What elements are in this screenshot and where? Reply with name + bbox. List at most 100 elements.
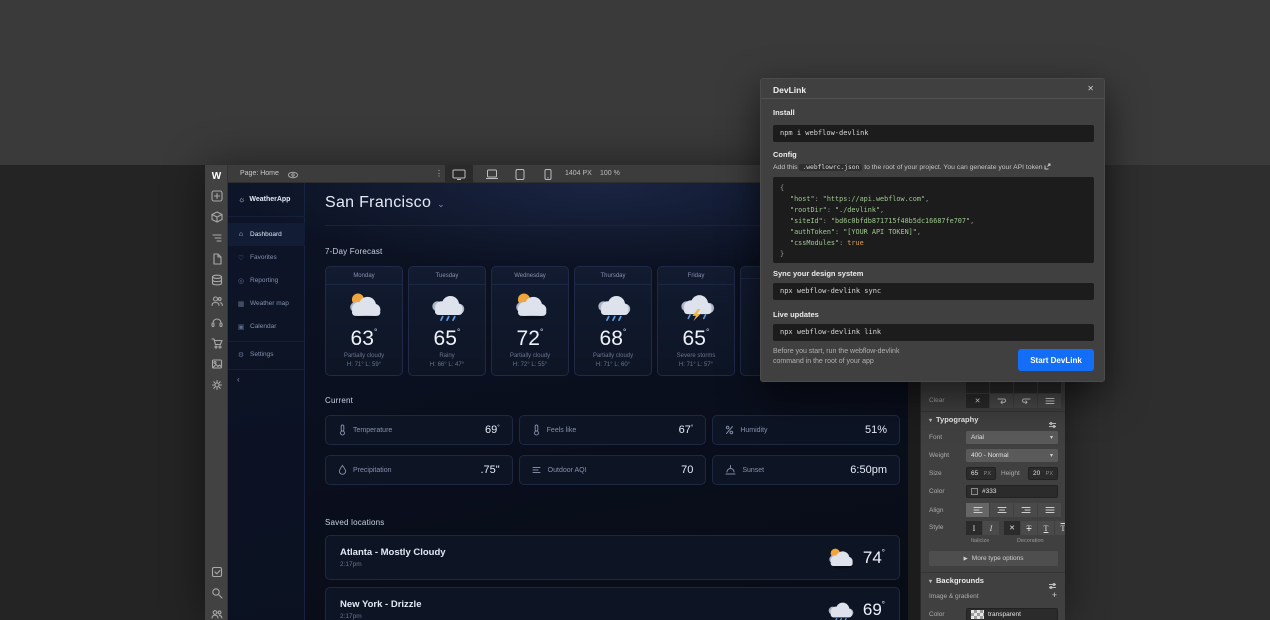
decoration-none-button[interactable]: ✕ xyxy=(1004,521,1020,535)
audit-icon[interactable] xyxy=(205,563,228,581)
devlink-modal: DevLink ✕ Install npm i webflow-devlink … xyxy=(760,78,1105,382)
more-menu-icon[interactable]: ⋮ xyxy=(435,169,443,178)
metric-value: 70 xyxy=(681,464,693,476)
current-card-sunset[interactable]: Sunset 6:50pm xyxy=(712,455,900,485)
sidebar-item-dashboard[interactable]: ⌂ Dashboard xyxy=(228,223,305,246)
overline-button[interactable]: T xyxy=(1055,521,1065,535)
typography-section-header[interactable]: ▾Typography xyxy=(929,415,978,424)
wrap-icon-button[interactable] xyxy=(990,394,1013,408)
sidebar-item-favorites[interactable]: ♡ Favorites xyxy=(228,246,305,269)
target-icon: ◎ xyxy=(237,277,245,285)
ecommerce-icon[interactable] xyxy=(205,334,228,352)
chevron-down-icon: ▾ xyxy=(1050,452,1053,459)
breakpoint-tablet-button[interactable] xyxy=(506,165,534,183)
temp-value: 72 xyxy=(517,327,540,350)
apps-icon[interactable] xyxy=(205,313,228,331)
forecast-card[interactable]: Thursday 68° Partially cloudy H: 71° L: … xyxy=(574,266,652,376)
strikethrough-button[interactable]: T xyxy=(1021,521,1037,535)
font-color-input[interactable]: #333 xyxy=(966,485,1058,498)
current-card-humidity[interactable]: Humidity 51% xyxy=(712,415,900,445)
temp-value: 65 xyxy=(434,327,457,350)
install-command[interactable]: npm i webflow-devlink xyxy=(773,125,1094,142)
breakpoint-phone-button[interactable] xyxy=(534,165,562,183)
sidebar-item-reporting[interactable]: ◎ Reporting xyxy=(228,269,305,292)
wrap-reverse-icon-button[interactable] xyxy=(1014,394,1037,408)
day-label: Thursday xyxy=(575,267,651,285)
pages-icon[interactable] xyxy=(205,250,228,268)
image-gradient-label: Image & gradient xyxy=(929,593,979,600)
style-label: Style xyxy=(929,524,943,531)
close-icon[interactable]: ✕ xyxy=(1087,84,1094,93)
divider xyxy=(228,216,305,217)
more-type-options-button[interactable]: ▶ More type options xyxy=(929,551,1058,566)
location-time: 2:17pm xyxy=(340,561,446,568)
italic-off-button[interactable]: I xyxy=(966,521,982,535)
height-label: Height xyxy=(1001,470,1020,477)
chevron-down-icon[interactable]: ⌄ xyxy=(437,199,445,209)
collaborators-icon[interactable] xyxy=(205,605,228,620)
current-card-outdoor-aqi[interactable]: Outdoor AQI 70 xyxy=(519,455,707,485)
add-elements-icon[interactable] xyxy=(205,187,228,205)
settings-icon[interactable] xyxy=(205,376,228,394)
metric-value: .75" xyxy=(480,464,499,476)
current-card-feels-like[interactable]: Feels like 67° xyxy=(519,415,707,445)
align-right-button[interactable] xyxy=(1014,503,1037,517)
forecast-card[interactable]: Monday 63° Partially cloudy H: 71° L: 59… xyxy=(325,266,403,376)
list-icon-button[interactable] xyxy=(1038,394,1061,408)
line-height-input[interactable]: 20PX xyxy=(1028,467,1058,480)
start-devlink-button[interactable]: Start DevLink xyxy=(1018,349,1094,371)
thermometer-icon xyxy=(532,424,541,436)
italic-on-button[interactable]: I xyxy=(983,521,999,535)
config-json-block[interactable]: { "host": "https://api.webflow.com", "ro… xyxy=(773,177,1094,263)
external-link-icon[interactable] xyxy=(1044,164,1051,171)
live-command[interactable]: npx webflow-devlink link xyxy=(773,324,1094,341)
backgrounds-section-header[interactable]: ▾Backgrounds xyxy=(929,576,984,585)
align-button-row xyxy=(966,503,1061,517)
clear-x-button[interactable]: ✕ xyxy=(966,394,989,408)
users-icon[interactable] xyxy=(205,292,228,310)
breakpoint-desktop-button[interactable] xyxy=(445,165,473,183)
current-card-precipitation[interactable]: Precipitation .75" xyxy=(325,455,513,485)
saved-location-row[interactable]: New York - Drizzle 2:17pm 69° xyxy=(325,587,900,620)
page-selector[interactable]: Page: Home xyxy=(240,170,279,177)
aqi-icon xyxy=(532,464,542,476)
add-background-button[interactable]: + xyxy=(1052,590,1057,600)
components-icon[interactable] xyxy=(205,208,228,226)
breakpoint-laptop-button[interactable] xyxy=(478,165,506,183)
search-icon[interactable] xyxy=(205,584,228,602)
divider xyxy=(921,411,1065,412)
sidebar-item-settings[interactable]: ⚙ Settings xyxy=(228,343,305,366)
weight-select[interactable]: 400 - Normal▾ xyxy=(966,449,1058,462)
gear-icon: ⚙ xyxy=(237,351,245,359)
cms-icon[interactable] xyxy=(205,271,228,289)
align-left-button[interactable] xyxy=(966,503,989,517)
saved-location-row[interactable]: Atlanta - Mostly Cloudy 2:17pm 74° xyxy=(325,535,900,580)
align-center-button[interactable] xyxy=(990,503,1013,517)
forecast-card[interactable]: Wednesday 72° Partially cloudy H: 72° L:… xyxy=(491,266,569,376)
navigator-icon[interactable] xyxy=(205,229,228,247)
degree-sign: ° xyxy=(691,425,693,431)
align-justify-button[interactable] xyxy=(1038,503,1061,517)
collapse-sidebar-button[interactable]: ‹ xyxy=(237,375,240,384)
cloud-rain-icon xyxy=(823,598,857,620)
background-color-input[interactable]: transparent xyxy=(966,608,1058,620)
font-select[interactable]: Arial▾ xyxy=(966,431,1058,444)
sync-command[interactable]: npx webflow-devlink sync xyxy=(773,283,1094,300)
assets-icon[interactable] xyxy=(205,355,228,373)
sidebar-item-weather-map[interactable]: ▦ Weather map xyxy=(228,292,305,315)
underline-button[interactable]: T xyxy=(1038,521,1054,535)
sidebar-item-calendar[interactable]: ▣ Calendar xyxy=(228,315,305,338)
canvas-width-value[interactable]: 1404 PX xyxy=(565,170,592,177)
temp-value: 63 xyxy=(351,327,374,350)
forecast-card[interactable]: Friday 65° Severe storms H: 71° L: 57° xyxy=(657,266,735,376)
webflow-logo[interactable]: W xyxy=(205,167,228,185)
current-card-temperature[interactable]: Temperature 69° xyxy=(325,415,513,445)
font-size-input[interactable]: 65PX xyxy=(966,467,996,480)
forecast-card[interactable]: Tuesday 65° Rainy H: 66° L: 47° xyxy=(408,266,486,376)
degree-sign: ° xyxy=(882,548,885,557)
transparent-swatch xyxy=(971,610,984,619)
calendar-icon: ▣ xyxy=(237,323,245,331)
temp-value: 68 xyxy=(600,327,623,350)
canvas-zoom-value[interactable]: 100 % xyxy=(600,170,620,177)
metric-label: Outdoor AQI xyxy=(548,467,587,474)
